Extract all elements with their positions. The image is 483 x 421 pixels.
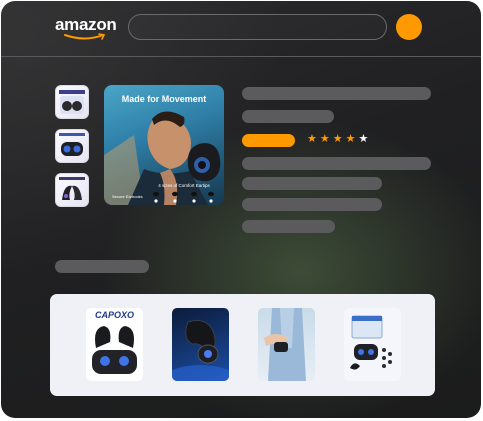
product-thumbnail-2[interactable] — [55, 129, 89, 163]
earbuds-package-image-icon — [350, 315, 392, 370]
star-icon: ★ — [319, 133, 333, 145]
star-icon: ★ — [307, 133, 320, 145]
price-badge — [242, 134, 295, 147]
recommendation-item-2[interactable] — [172, 308, 229, 381]
cart-button[interactable] — [396, 14, 422, 40]
main-product-image[interactable]: Made for Movement 4 sizes of Comfort Ear… — [104, 85, 224, 205]
description-line-4 — [242, 220, 335, 233]
app-window: amazon Made for Movement 4 sizes of Comf… — [1, 1, 481, 418]
earbuds-feature-thumbnail-icon — [59, 177, 85, 200]
recommendation-item-3[interactable] — [258, 308, 315, 381]
star-icon: ★ — [345, 133, 359, 145]
star-empty-icon: ★ — [358, 133, 372, 145]
earbuds-case-thumbnail-icon — [59, 133, 85, 156]
amazon-logo[interactable]: amazon — [55, 15, 117, 35]
amazon-smile-icon — [64, 33, 106, 40]
rating-stars[interactable]: ★★★★★ — [307, 132, 371, 145]
recommendation-item-4[interactable] — [344, 308, 401, 381]
product-thumbnail-3[interactable] — [55, 173, 89, 207]
product-title-line-2 — [242, 110, 334, 123]
recommendations-heading — [55, 260, 149, 273]
black-earbud-image-icon — [172, 320, 229, 381]
search-input[interactable] — [128, 14, 387, 40]
person-holding-case-image-icon — [264, 308, 306, 381]
earbuds-box-thumbnail-icon — [59, 90, 85, 114]
earbuds-with-case-image-icon — [92, 326, 137, 374]
star-icon: ★ — [332, 133, 346, 145]
product-thumbnail-1[interactable] — [55, 85, 89, 119]
recommendations-panel: CAPOXO — [50, 294, 435, 396]
description-line-3 — [242, 198, 382, 211]
description-line-2 — [242, 177, 382, 190]
product-title-line-1 — [242, 87, 431, 100]
eartip-size-icons — [153, 191, 214, 203]
recommendation-item-1[interactable]: CAPOXO — [86, 308, 143, 381]
description-line-1 — [242, 157, 431, 170]
top-navigation-bar: amazon — [1, 1, 481, 57]
